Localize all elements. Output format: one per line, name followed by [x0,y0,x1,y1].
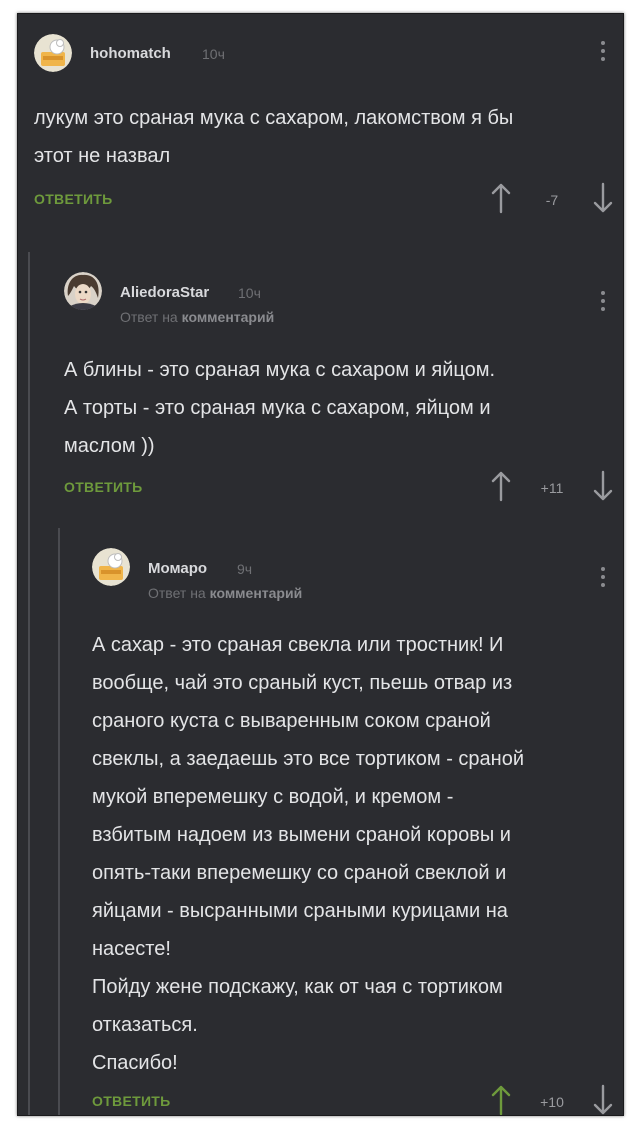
reply-button[interactable]: ОТВЕТИТЬ [64,479,143,495]
reply-to-link[interactable]: комментарий [210,585,303,601]
reply-to-prefix: Ответ на [148,585,206,601]
comment-username[interactable]: hohomatch [90,45,171,62]
comment-time: 10ч [202,46,225,62]
reply-to-prefix: Ответ на [120,309,178,325]
comments-thread: hohomatch 10ч лукум это сраная мука с са… [17,13,624,1116]
comment-text: А блины - это сраная мука с сахаром и яй… [64,359,496,457]
more-options-icon[interactable] [598,41,608,67]
reply-button[interactable]: ОТВЕТИТЬ [34,191,113,207]
downvote-arrow-icon[interactable] [592,1084,614,1115]
comment-time: 10ч [238,285,261,301]
comment-rating: -7 [545,192,559,208]
avatar-default-cat-icon[interactable] [92,548,130,586]
comment-aliedorastar: AliedoraStar 10ч Ответ на комментарий А … [18,254,623,524]
reply-button[interactable]: ОТВЕТИТЬ [92,1093,171,1109]
comment-username[interactable]: AliedoraStar [120,284,209,301]
downvote-arrow-icon[interactable] [592,470,614,502]
upvote-arrow-icon[interactable] [490,1084,512,1115]
comment-momaro: Момаро 9ч Ответ на комментарий А сахар -… [18,530,623,1115]
comment-rating: +10 [540,1094,564,1110]
avatar-photo-icon[interactable] [64,272,102,310]
reply-to-label: Ответ на комментарий [120,309,274,325]
upvote-arrow-icon[interactable] [490,470,512,502]
comment-text: лукум это сраная мука с сахаром, лакомст… [34,107,514,167]
comment-text: А сахар - это сраная свекла или тростник… [92,634,524,1074]
avatar-default-cat-icon[interactable] [34,34,72,72]
comment-username[interactable]: Момаро [148,560,207,577]
upvote-arrow-icon[interactable] [490,182,512,214]
more-options-icon[interactable] [598,291,608,317]
downvote-arrow-icon[interactable] [592,182,614,214]
more-options-icon[interactable] [598,567,608,593]
reply-to-label: Ответ на комментарий [148,585,302,601]
comment-time: 9ч [237,561,253,577]
comment-rating: +11 [540,480,564,496]
reply-to-link[interactable]: комментарий [182,309,275,325]
comment-hohomatch: hohomatch 10ч лукум это сраная мука с са… [18,14,623,239]
